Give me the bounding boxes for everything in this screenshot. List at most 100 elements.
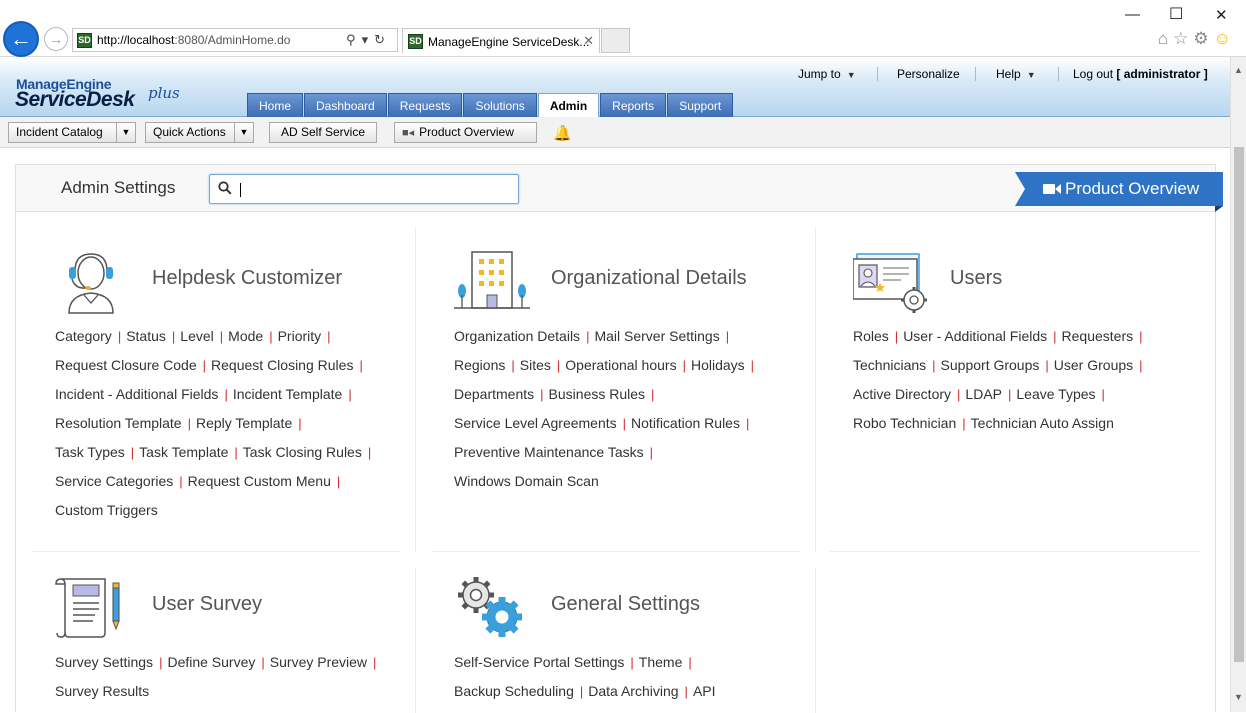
settings-link[interactable]: Define Survey xyxy=(167,654,255,670)
personalize-link[interactable]: Personalize xyxy=(897,67,960,81)
address-actions[interactable]: ⚲▾↻ xyxy=(346,32,391,48)
settings-link[interactable]: Theme xyxy=(639,654,683,670)
settings-link[interactable]: Backup Scheduling xyxy=(454,683,574,699)
favorites-star-icon[interactable]: ☆ xyxy=(1173,29,1193,48)
settings-link[interactable]: Preventive Maintenance Tasks xyxy=(454,444,644,460)
back-arrow-icon[interactable]: ← xyxy=(3,21,39,57)
settings-link[interactable]: Request Closure Code xyxy=(55,357,197,373)
settings-link[interactable]: Regions xyxy=(454,357,505,373)
settings-link[interactable]: Departments xyxy=(454,386,534,402)
settings-link[interactable]: Sites xyxy=(520,357,551,373)
product-overview-button[interactable]: ■◂ Product Overview xyxy=(394,122,537,143)
column-divider xyxy=(815,568,816,713)
forward-arrow-icon[interactable]: → xyxy=(44,27,68,51)
settings-link[interactable]: Roles xyxy=(853,328,889,344)
settings-link[interactable]: Business Rules xyxy=(549,386,646,402)
settings-link[interactable]: Technicians xyxy=(853,357,926,373)
settings-link[interactable]: Notification Rules xyxy=(631,415,740,431)
settings-link[interactable]: Task Template xyxy=(139,444,228,460)
logout-link[interactable]: Log out [ administrator ] xyxy=(1073,67,1208,81)
settings-link[interactable]: Task Closing Rules xyxy=(243,444,362,460)
product-overview-banner[interactable]: Product Overview xyxy=(1015,172,1223,206)
scroll-thumb[interactable] xyxy=(1234,147,1244,662)
link-separator: | xyxy=(556,358,561,373)
browser-tab[interactable]: SD ManageEngine ServiceDesk... ✕ xyxy=(402,28,600,53)
ad-self-service-button[interactable]: AD Self Service xyxy=(269,122,377,143)
settings-link[interactable]: Category xyxy=(55,328,112,344)
tab-solutions[interactable]: Solutions xyxy=(463,93,537,117)
settings-link[interactable]: Technician Auto Assign xyxy=(971,415,1114,431)
settings-link[interactable]: Self-Service Portal Settings xyxy=(454,654,624,670)
settings-link[interactable]: User Groups xyxy=(1054,357,1133,373)
settings-link[interactable]: Request Custom Menu xyxy=(188,473,331,489)
settings-link[interactable]: Mail Server Settings xyxy=(594,328,719,344)
home-icon[interactable]: ⌂ xyxy=(1158,29,1173,48)
settings-link[interactable]: API xyxy=(693,683,716,699)
settings-link[interactable]: Holidays xyxy=(691,357,745,373)
new-tab-button[interactable] xyxy=(601,28,630,53)
link-separator: | xyxy=(1139,329,1143,344)
settings-link[interactable]: Support Groups xyxy=(941,357,1040,373)
settings-link[interactable]: Resolution Template xyxy=(55,415,182,431)
search-icon[interactable]: ⚲ xyxy=(346,32,362,47)
settings-link[interactable]: Task Types xyxy=(55,444,125,460)
tab-home[interactable]: Home xyxy=(247,93,304,117)
settings-link[interactable]: LDAP xyxy=(965,386,1002,402)
close-tab-icon[interactable]: ✕ xyxy=(583,33,594,49)
settings-link[interactable]: Incident Template xyxy=(233,386,342,402)
settings-link[interactable]: Active Directory xyxy=(853,386,951,402)
link-row: Self-Service Portal Settings | Theme | xyxy=(454,654,794,683)
tab-support[interactable]: Support xyxy=(667,93,734,117)
help-menu[interactable]: Help ▼ xyxy=(996,67,1036,81)
bell-icon[interactable]: 🔔 xyxy=(553,124,572,142)
link-separator: | xyxy=(130,445,135,460)
settings-link[interactable]: Request Closing Rules xyxy=(211,357,353,373)
settings-link[interactable]: Level xyxy=(180,328,213,344)
settings-link[interactable]: Custom Triggers xyxy=(55,502,158,518)
tab-requests[interactable]: Requests xyxy=(387,93,463,117)
close-window-icon[interactable]: ✕ xyxy=(1215,6,1228,24)
tab-reports[interactable]: Reports xyxy=(600,93,667,117)
settings-link[interactable]: Service Level Agreements xyxy=(454,415,617,431)
settings-link[interactable]: Survey Results xyxy=(55,683,149,699)
vertical-scrollbar[interactable]: ▲ ▼ xyxy=(1230,57,1246,712)
refresh-icon[interactable]: ↻ xyxy=(374,32,391,47)
settings-link[interactable]: User - Additional Fields xyxy=(903,328,1047,344)
tab-dashboard[interactable]: Dashboard xyxy=(304,93,387,117)
scroll-up-icon[interactable]: ▲ xyxy=(1234,65,1243,75)
link-row: Active Directory | LDAP | Leave Types | xyxy=(853,386,1193,415)
settings-link[interactable]: Windows Domain Scan xyxy=(454,473,599,489)
scroll-down-icon[interactable]: ▼ xyxy=(1234,692,1243,702)
feedback-smiley-icon[interactable]: ☺ xyxy=(1214,29,1236,48)
maximize-icon[interactable]: ☐ xyxy=(1169,4,1183,24)
jump-to-menu[interactable]: Jump to ▼ xyxy=(798,67,856,81)
settings-link[interactable]: Requesters xyxy=(1062,328,1134,344)
link-separator: | xyxy=(1053,329,1057,344)
incident-catalog-dropdown[interactable]: Incident Catalog ▼ xyxy=(8,122,136,143)
settings-link[interactable]: Priority xyxy=(278,328,322,344)
settings-link[interactable]: Mode xyxy=(228,328,263,344)
settings-link[interactable]: Organization Details xyxy=(454,328,580,344)
url-text[interactable]: http://localhost:8080/AdminHome.do xyxy=(97,33,290,47)
tab-admin[interactable]: Admin xyxy=(537,93,600,117)
settings-gear-icon[interactable]: ⚙ xyxy=(1193,29,1213,48)
chevron-down-icon: ▼ xyxy=(1026,70,1036,80)
dropdown-icon[interactable]: ▾ xyxy=(362,32,375,47)
settings-link[interactable]: Reply Template xyxy=(196,415,292,431)
minimize-icon[interactable]: — xyxy=(1125,6,1140,23)
settings-link[interactable]: Operational hours xyxy=(565,357,676,373)
admin-search-box[interactable] xyxy=(209,174,519,204)
settings-link[interactable]: Leave Types xyxy=(1016,386,1095,402)
settings-link[interactable]: Survey Settings xyxy=(55,654,153,670)
settings-link[interactable]: Service Categories xyxy=(55,473,173,489)
settings-link[interactable]: Survey Preview xyxy=(270,654,367,670)
settings-link[interactable]: Robo Technician xyxy=(853,415,956,431)
quick-actions-dropdown[interactable]: Quick Actions ▼ xyxy=(145,122,254,143)
settings-link[interactable]: Status xyxy=(126,328,166,344)
admin-search-input[interactable] xyxy=(238,179,508,199)
product-overview-label: Product Overview xyxy=(1065,179,1200,198)
settings-link[interactable]: Incident - Additional Fields xyxy=(55,386,218,402)
address-bar[interactable]: SD http://localhost:8080/AdminHome.do ⚲▾… xyxy=(72,28,398,52)
gears-icon xyxy=(458,577,522,637)
settings-link[interactable]: Data Archiving xyxy=(588,683,678,699)
